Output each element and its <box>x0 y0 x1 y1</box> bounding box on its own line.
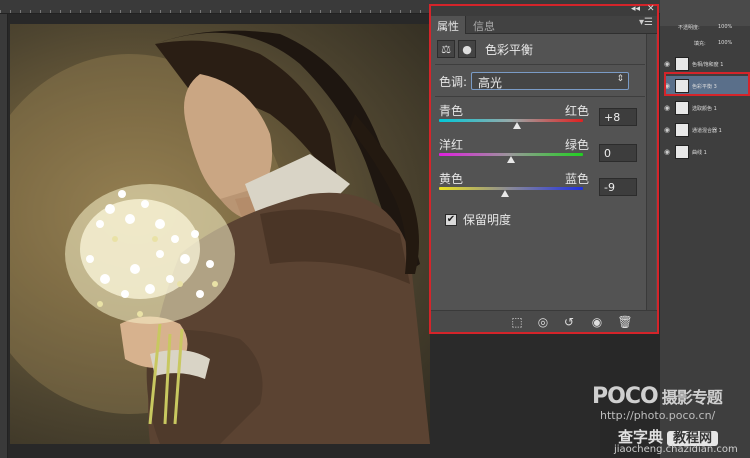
selected-layer-highlight <box>664 72 750 96</box>
eye-icon[interactable]: ◉ <box>664 126 673 135</box>
preserve-luminosity-row: ✔ 保留明度 <box>445 211 511 228</box>
panel-menu-icon[interactable]: ▾☰ <box>639 17 653 28</box>
tab-info[interactable]: 信息 <box>467 16 501 34</box>
divider <box>435 64 645 65</box>
slider-track[interactable] <box>439 119 583 122</box>
adjustment-title: 色彩平衡 <box>485 42 534 57</box>
properties-panel: ◂◂ ✕ 属性 信息 ▾☰ ⚖ ● 色彩平衡 色调: 高光 ⇕ 青色 红色 +8… <box>429 4 659 334</box>
panel-tabs: 属性 信息 ▾☰ <box>431 16 657 34</box>
tone-select-value: 高光 <box>478 76 503 90</box>
poco-watermark: POCO 摄影专题 <box>592 384 723 409</box>
poco-url: http://photo.poco.cn/ <box>600 409 716 422</box>
layer-name: 曲线 1 <box>692 149 707 156</box>
slider-thumb[interactable] <box>500 190 509 197</box>
fill-value[interactable]: 100% <box>718 40 732 46</box>
poco-subtitle: 摄影专题 <box>661 388 723 407</box>
panel-bottom-toolbar: ⬚ ◎ ↺ ◉ 🗑 <box>431 310 657 332</box>
document-image[interactable] <box>10 24 430 444</box>
slider-value-input[interactable]: 0 <box>599 144 637 162</box>
tab-properties[interactable]: 属性 <box>431 16 466 34</box>
divider <box>435 96 645 97</box>
photoshop-window: ◂◂ ✕ 属性 信息 ▾☰ ⚖ ● 色彩平衡 色调: 高光 ⇕ 青色 红色 +8… <box>0 0 750 458</box>
eye-icon[interactable]: ◉ <box>664 148 673 157</box>
layer-row[interactable]: ◉ 色相/饱和度 1 <box>664 54 748 74</box>
eye-icon[interactable]: ◉ <box>664 104 673 113</box>
opacity-label: 不透明度: <box>678 25 700 31</box>
panel-scrollbar[interactable] <box>646 34 656 310</box>
layer-thumbnail <box>675 145 689 159</box>
slider-thumb[interactable] <box>507 156 515 163</box>
layer-thumbnail <box>675 57 689 71</box>
slider-magenta-green: 洋红 绿色 0 <box>439 136 649 172</box>
eye-icon[interactable]: ◉ <box>664 60 673 69</box>
slider-left-label: 洋红 <box>439 138 464 152</box>
slider-left-label: 青色 <box>439 104 464 118</box>
balance-scale-icon[interactable]: ⚖ <box>437 40 455 58</box>
slider-left-label: 黄色 <box>439 172 464 186</box>
layers-options: 不透明度: 100% <box>660 0 750 31</box>
slider-thumb[interactable] <box>512 122 521 129</box>
left-ruler <box>0 14 8 458</box>
slider-right-label: 绿色 <box>565 138 590 152</box>
slider-cyan-red: 青色 红色 +8 <box>439 102 649 138</box>
tone-label: 色调: <box>439 74 468 89</box>
layer-thumbnail <box>675 101 689 115</box>
trash-icon[interactable]: 🗑 <box>617 314 633 330</box>
slider-track[interactable] <box>439 187 583 190</box>
tone-row: 色调: 高光 ⇕ <box>439 72 630 90</box>
layer-name: 色相/饱和度 1 <box>692 61 724 68</box>
chazidian-url: jiaocheng.chazidian.com <box>614 444 738 455</box>
layer-name: 通道混合器 1 <box>692 127 722 134</box>
layer-thumbnail <box>675 123 689 137</box>
clip-to-layer-icon[interactable]: ⬚ <box>509 314 525 330</box>
slider-right-label: 红色 <box>565 104 590 118</box>
visibility-eye-icon[interactable]: ◉ <box>589 314 605 330</box>
slider-right-label: 蓝色 <box>565 172 590 186</box>
layer-name: 选取颜色 1 <box>692 105 717 112</box>
slider-value-input[interactable]: +8 <box>599 108 637 126</box>
tone-select[interactable]: 高光 ⇕ <box>471 72 630 90</box>
slider-yellow-blue: 黄色 蓝色 -9 <box>439 170 649 206</box>
layer-mask-icon[interactable]: ● <box>458 40 476 58</box>
close-icon[interactable]: ✕ <box>647 4 655 14</box>
collapse-icon[interactable]: ◂◂ <box>631 4 640 14</box>
view-previous-icon[interactable]: ◎ <box>535 314 551 330</box>
portrait-photo <box>10 30 430 444</box>
adjustment-header: ⚖ ● 色彩平衡 <box>437 38 533 60</box>
fill-label: 填充: <box>694 41 706 47</box>
layer-row[interactable]: ◉ 通道混合器 1 <box>664 120 748 140</box>
reset-icon[interactable]: ↺ <box>561 314 577 330</box>
panel-titlebar: ◂◂ ✕ <box>431 4 657 16</box>
chevron-updown-icon: ⇕ <box>616 74 625 84</box>
poco-logo-text: POCO <box>592 384 659 409</box>
layer-row[interactable]: ◉ 曲线 1 <box>664 142 748 162</box>
preserve-luminosity-label: 保留明度 <box>463 213 512 227</box>
opacity-value[interactable]: 100% <box>718 24 732 30</box>
preserve-luminosity-checkbox[interactable]: ✔ <box>445 213 457 226</box>
layer-row[interactable]: ◉ 选取颜色 1 <box>664 98 748 118</box>
slider-value-input[interactable]: -9 <box>599 178 637 196</box>
